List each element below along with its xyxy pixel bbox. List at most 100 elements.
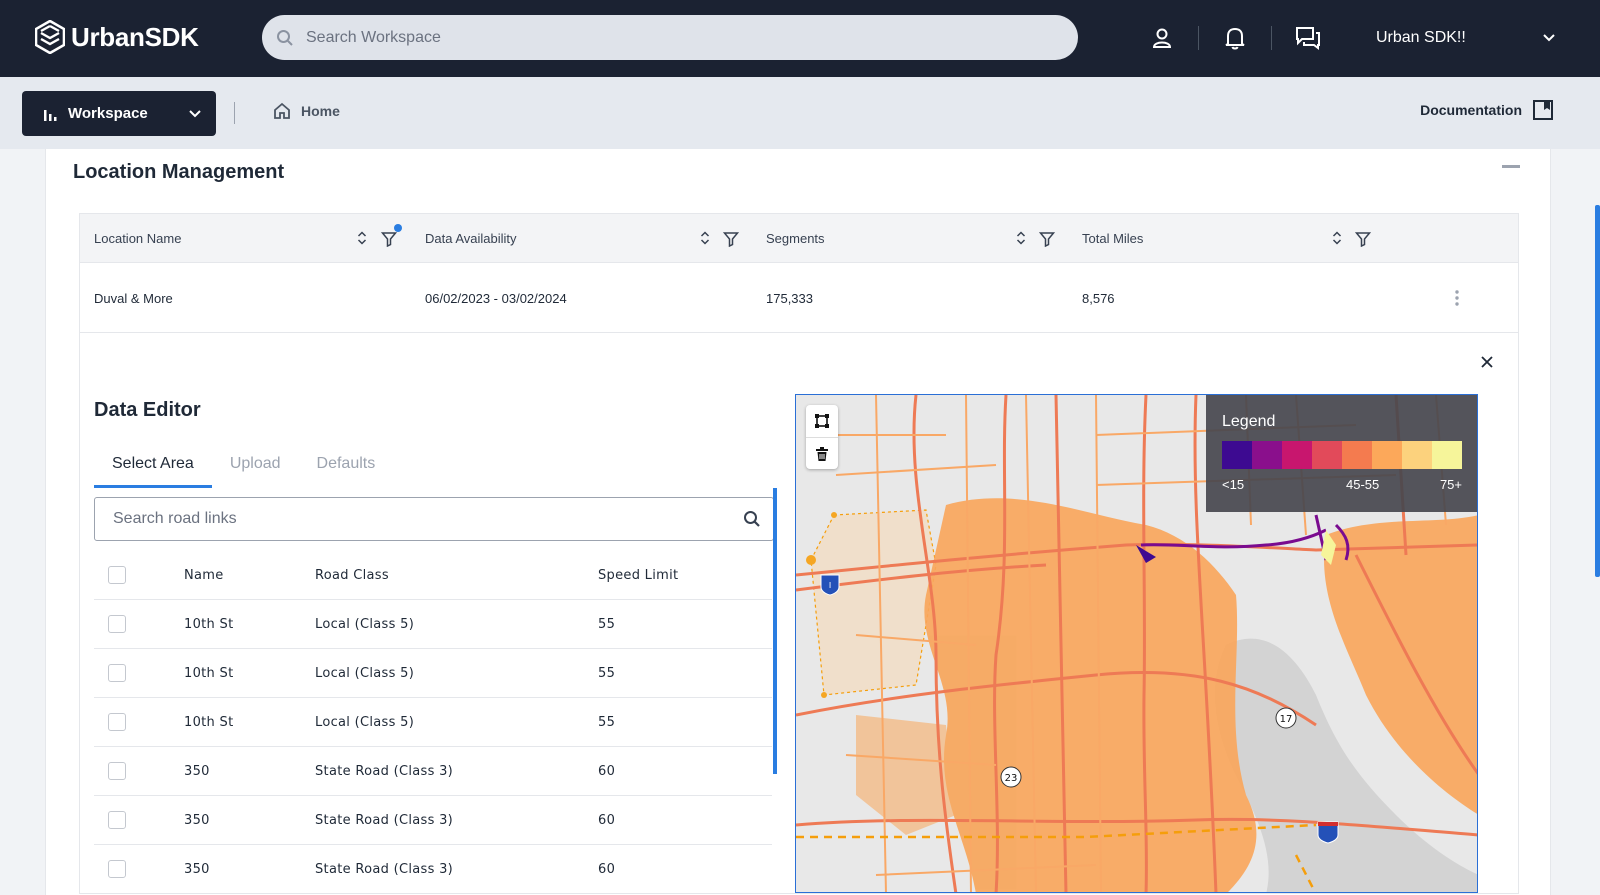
road-name: 350 — [184, 862, 210, 877]
row-checkbox[interactable] — [108, 860, 126, 878]
selection-vertex[interactable] — [831, 512, 837, 518]
selection-polygon[interactable] — [810, 509, 937, 696]
table-row[interactable]: 350 State Road (Class 3) 60 — [94, 747, 772, 796]
road-name: 350 — [184, 813, 210, 828]
data-editor-panel: Data Editor Select Area Upload Defaults … — [80, 333, 1518, 894]
speed-limit: 60 — [598, 862, 616, 877]
header-total-miles: Total Miles — [1082, 231, 1143, 246]
row-checkbox[interactable] — [108, 664, 126, 682]
road-links-search[interactable] — [94, 497, 774, 541]
close-icon[interactable] — [1480, 355, 1494, 374]
filter-icon[interactable] — [1039, 231, 1055, 247]
divider — [1271, 26, 1272, 50]
speed-limit: 60 — [598, 813, 616, 828]
user-menu[interactable]: Urban SDK!! — [1376, 20, 1556, 56]
workspace-label: Workspace — [68, 105, 148, 122]
sort-icon[interactable] — [700, 230, 710, 246]
location-table: Location Name Data Availability Segments — [79, 213, 1519, 894]
row-checkbox[interactable] — [108, 811, 126, 829]
road-class: State Road (Class 3) — [315, 813, 454, 828]
filter-icon[interactable] — [1355, 231, 1371, 247]
selection-vertex[interactable] — [806, 555, 816, 565]
location-management-card: Location Management Location Name Data A… — [45, 149, 1551, 895]
trash-icon — [816, 446, 828, 461]
filter-icon[interactable] — [723, 231, 739, 247]
chevron-down-icon — [1543, 34, 1555, 42]
sort-icon[interactable] — [1332, 230, 1342, 246]
row-checkbox[interactable] — [108, 713, 126, 731]
search-icon[interactable] — [743, 510, 761, 528]
row-checkbox[interactable] — [108, 615, 126, 633]
legend-color-scale — [1222, 441, 1462, 469]
draw-polygon-tool[interactable] — [806, 405, 838, 437]
route-marker: I — [829, 581, 831, 590]
bar-chart-icon — [44, 109, 57, 121]
bell-icon[interactable] — [1213, 20, 1257, 56]
brand-name: UrbanSDK — [71, 21, 199, 52]
road-speed-map[interactable]: 17 23 I Legend <15 45-55 75+ — [795, 394, 1478, 893]
legend-swatch — [1402, 441, 1432, 469]
road-name: 10th St — [184, 617, 234, 632]
location-name: Duval & More — [94, 291, 173, 306]
editor-tabs: Select Area Upload Defaults — [94, 445, 393, 488]
header-segments: Segments — [766, 231, 825, 246]
table-row[interactable]: 10th St Local (Class 5) 55 — [94, 649, 772, 698]
legend-swatch — [1372, 441, 1402, 469]
sort-icon[interactable] — [357, 230, 367, 246]
chat-icon[interactable] — [1286, 20, 1330, 56]
road-name: 10th St — [184, 666, 234, 681]
table-row[interactable]: Duval & More 06/02/2023 - 03/02/2024 175… — [80, 263, 1518, 333]
book-icon — [1533, 100, 1553, 120]
map-legend: Legend <15 45-55 75+ — [1206, 395, 1477, 512]
legend-swatch — [1282, 441, 1312, 469]
user-name: Urban SDK!! — [1376, 29, 1466, 46]
road-links-search-input[interactable] — [113, 510, 743, 528]
road-name: 10th St — [184, 715, 234, 730]
road-class: Local (Class 5) — [315, 666, 415, 681]
top-navbar: UrbanSDK Urban SDK!! — [0, 0, 1600, 77]
chevron-down-icon — [189, 109, 201, 117]
row-checkbox[interactable] — [108, 762, 126, 780]
table-header: Name Road Class Speed Limit — [94, 551, 772, 600]
documentation-label: Documentation — [1420, 102, 1522, 118]
home-label: Home — [301, 103, 340, 119]
home-link[interactable]: Home — [272, 101, 340, 121]
header-location-name: Location Name — [94, 231, 181, 246]
tab-upload[interactable]: Upload — [212, 445, 299, 488]
speed-limit: 55 — [598, 666, 616, 681]
road-links-table: Name Road Class Speed Limit 10th St Loca… — [94, 551, 772, 894]
list-scrollbar[interactable] — [773, 488, 777, 774]
total-miles: 8,576 — [1082, 291, 1115, 306]
table-row[interactable]: 350 State Road (Class 3) 60 — [94, 845, 772, 894]
road-class: Local (Class 5) — [315, 617, 415, 632]
tab-defaults[interactable]: Defaults — [299, 445, 394, 488]
filter-icon[interactable] — [381, 231, 397, 247]
more-options-icon[interactable] — [1454, 289, 1460, 307]
sort-icon[interactable] — [1016, 230, 1026, 246]
table-row[interactable]: 10th St Local (Class 5) 55 — [94, 698, 772, 747]
page-scrollbar[interactable] — [1595, 205, 1600, 577]
table-row[interactable]: 10th St Local (Class 5) 55 — [94, 600, 772, 649]
header-data-availability: Data Availability — [425, 231, 517, 246]
delete-shape-tool[interactable] — [806, 437, 838, 469]
search-icon — [277, 29, 293, 46]
workspace-search[interactable] — [262, 15, 1078, 60]
collapse-button[interactable] — [1502, 165, 1520, 168]
map-draw-tools — [806, 405, 838, 469]
legend-swatch — [1342, 441, 1372, 469]
road-class: Local (Class 5) — [315, 715, 415, 730]
profile-icon[interactable] — [1140, 20, 1184, 56]
workspace-dropdown[interactable]: Workspace — [22, 91, 216, 136]
table-row[interactable]: 350 State Road (Class 3) 60 — [94, 796, 772, 845]
header-label: Segments — [766, 230, 825, 246]
legend-swatch — [1252, 441, 1282, 469]
selection-vertex[interactable] — [821, 692, 827, 698]
select-all-checkbox[interactable] — [108, 566, 126, 584]
workspace-search-input[interactable] — [306, 28, 1006, 47]
road-name: 350 — [184, 764, 210, 779]
home-icon — [274, 102, 290, 119]
documentation-link[interactable]: Documentation — [1420, 99, 1554, 121]
header-speed-limit: Speed Limit — [598, 568, 679, 583]
tab-select-area[interactable]: Select Area — [94, 445, 212, 488]
brand-logo[interactable]: UrbanSDK — [35, 20, 199, 54]
